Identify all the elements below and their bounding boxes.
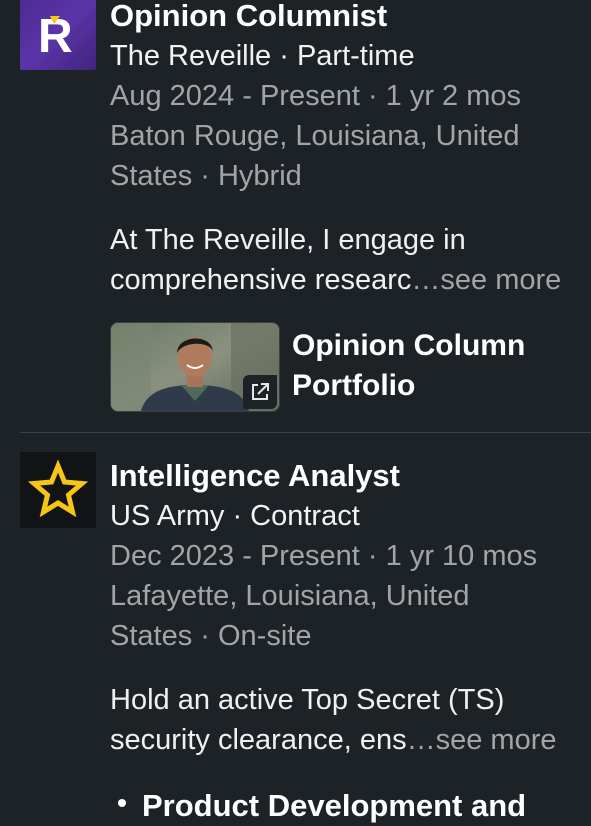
army-star-icon[interactable] (20, 452, 96, 528)
description-text: comprehensive researc (110, 264, 412, 296)
see-more-link[interactable]: …see more (411, 264, 561, 296)
location-line: Baton Rouge, Louisiana, United (110, 120, 520, 152)
media-title[interactable]: Opinion Column Portfolio (292, 326, 525, 406)
location-work-type: States · On-site (110, 620, 312, 652)
description-text: security clearance, ens (110, 724, 407, 756)
media-thumbnail[interactable] (110, 322, 280, 412)
next-entry-bullet (118, 799, 126, 807)
location-line: Lafayette, Louisiana, United (110, 580, 470, 612)
date-range: Dec 2023 - Present · 1 yr 10 mos (110, 540, 538, 572)
company-line: US Army · Contract (110, 500, 360, 532)
next-entry-title[interactable]: Product Development and (142, 786, 526, 826)
external-link-icon (243, 375, 277, 409)
location-work-type: States · Hybrid (110, 160, 302, 192)
job-title[interactable]: Intelligence Analyst (110, 456, 591, 496)
divider (20, 432, 591, 433)
description-line: Hold an active Top Secret (TS) (110, 684, 505, 716)
media-attachment[interactable]: Opinion Column Portfolio (110, 322, 590, 412)
company-line: The Reveille · Part-time (110, 40, 415, 72)
description-truncated: security clearance, ens…see more (110, 720, 591, 760)
reveille-logo-icon[interactable]: R (20, 0, 96, 70)
experience-item-army: Intelligence Analyst US Army · Contract … (110, 456, 591, 760)
date-range: Aug 2024 - Present · 1 yr 2 mos (110, 80, 522, 112)
media-title-line: Opinion Column (292, 329, 526, 362)
description-truncated: comprehensive researc…see more (110, 260, 591, 300)
media-title-line: Portfolio (292, 369, 416, 402)
description-line: At The Reveille, I engage in (110, 224, 466, 256)
job-title[interactable]: Opinion Columnist (110, 0, 591, 36)
see-more-link[interactable]: …see more (407, 724, 557, 756)
experience-item-reveille: Opinion Columnist The Reveille · Part-ti… (110, 0, 591, 300)
